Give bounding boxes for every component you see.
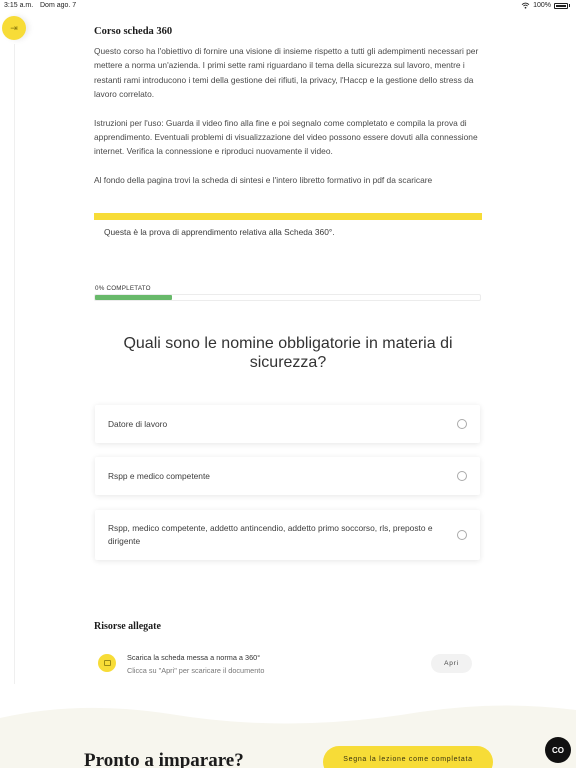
- open-resource-button[interactable]: Apri: [431, 654, 472, 673]
- answer-label: Rspp e medico competente: [108, 471, 210, 481]
- progress-bar: [94, 294, 481, 301]
- sidebar-toggle-button[interactable]: ⇥: [2, 16, 26, 40]
- sidebar-divider: [14, 44, 15, 684]
- status-right: 100%: [521, 2, 570, 9]
- battery-tip: [569, 4, 570, 7]
- answer-option-2[interactable]: Rspp e medico competente: [95, 457, 480, 495]
- quiz-question: Quali sono le nomine obbligatorie in mat…: [123, 335, 453, 371]
- wifi-icon: [521, 2, 530, 9]
- answer-label: Rspp, medico competente, addetto antince…: [108, 523, 433, 546]
- resource-hint: Clicca su "Apri" per scaricare il docume…: [127, 666, 265, 675]
- quiz-note: Questa è la prova di apprendimento relat…: [104, 227, 335, 237]
- mark-complete-button[interactable]: Segna la lezione come completata: [323, 746, 493, 768]
- status-bar: 3:15 a.m. Dom ago. 7 100%: [0, 0, 576, 12]
- status-time: 3:15 a.m.: [4, 2, 34, 9]
- battery-icon: [554, 2, 568, 9]
- intro-paragraph: Istruzioni per l'uso: Guarda il video fi…: [94, 117, 478, 157]
- intro-paragraph: Al fondo della pagina trovi la scheda di…: [94, 175, 433, 186]
- radio-button[interactable]: [457, 419, 467, 429]
- resources-title: Risorse allegate: [94, 621, 161, 632]
- lesson-page: 3:15 a.m. Dom ago. 7 100% ⇥ Corso scheda…: [0, 0, 576, 768]
- answer-option-1[interactable]: Datore di lavoro: [95, 405, 480, 443]
- course-description: Questo corso ha l'obiettivo di fornire u…: [94, 44, 486, 202]
- course-title: Corso scheda 360: [94, 26, 173, 37]
- intro-paragraph: Questo corso ha l'obiettivo di fornire u…: [94, 46, 479, 99]
- answer-option-3[interactable]: Rspp, medico competente, addetto antince…: [95, 510, 480, 560]
- progress-label: 0% COMPLETATO: [95, 285, 151, 292]
- document-icon: [98, 654, 116, 672]
- cc-button[interactable]: CO: [545, 737, 571, 763]
- status-date: Dom ago. 7: [40, 2, 77, 9]
- quiz-header-bar: [94, 213, 482, 220]
- radio-button[interactable]: [457, 530, 467, 540]
- progress-fill: [95, 295, 172, 300]
- battery-percent: 100%: [533, 2, 551, 9]
- ready-title: Pronto a imparare?: [84, 750, 244, 768]
- radio-button[interactable]: [457, 471, 467, 481]
- sidebar-toggle-icon: ⇥: [10, 22, 18, 33]
- resource-name: Scarica la scheda messa a norma a 360°: [127, 653, 261, 662]
- answer-label: Datore di lavoro: [108, 419, 168, 429]
